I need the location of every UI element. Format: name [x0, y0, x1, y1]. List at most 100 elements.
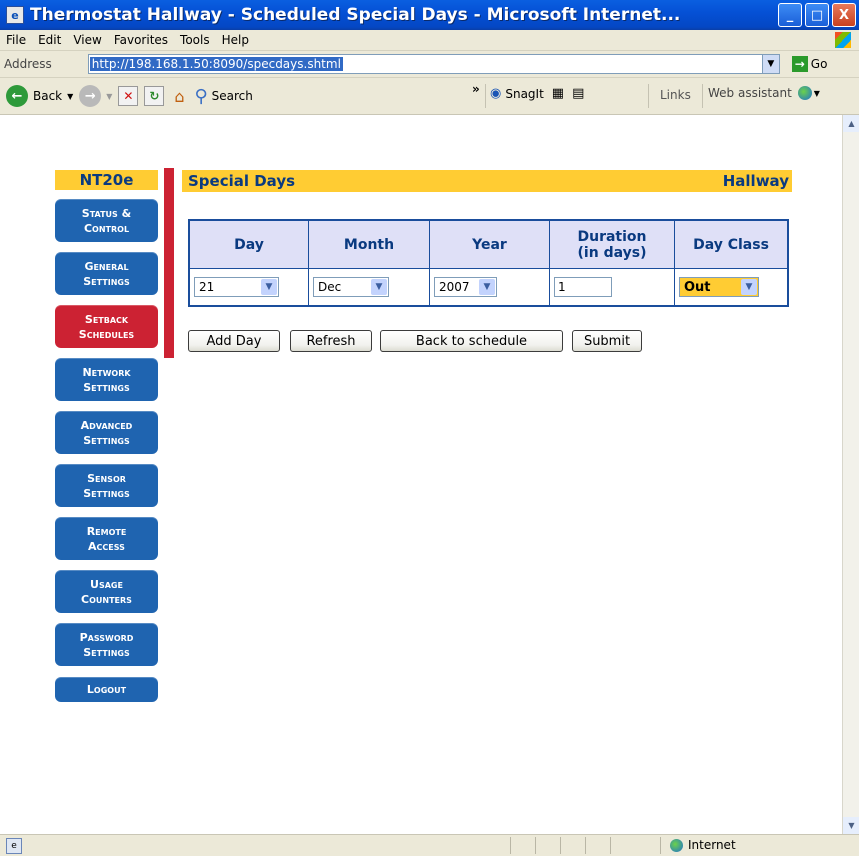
column-header-month: Month — [308, 219, 430, 269]
day-class-select[interactable]: Out ▼ — [679, 277, 759, 297]
day-select[interactable]: 21 ▼ — [194, 277, 279, 297]
scroll-up-icon[interactable]: ▲ — [843, 115, 859, 132]
nav-label-line2: Counters — [81, 592, 132, 606]
window-title: Thermostat Hallway - Scheduled Special D… — [30, 5, 681, 25]
menu-bar: File Edit View Favorites Tools Help — [0, 30, 859, 51]
address-url[interactable]: http://198.168.1.50:8090/specdays.shtml — [89, 57, 343, 71]
snagit-window-icon[interactable]: ▦ — [552, 86, 564, 101]
zone-label: Internet — [688, 838, 736, 852]
forward-dropdown-icon[interactable]: ▼ — [106, 92, 112, 101]
web-assistant-dropdown-icon[interactable]: ▼ — [814, 89, 820, 98]
chevron-down-icon[interactable]: ▼ — [261, 279, 277, 295]
stop-button[interactable]: ✕ — [118, 86, 139, 106]
nav-label-line1: Network — [82, 365, 131, 379]
nav-advanced-settings[interactable]: Advanced Settings — [55, 411, 158, 454]
status-divider — [560, 837, 561, 854]
status-divider — [535, 837, 536, 854]
search-button[interactable]: ⚲ Search — [194, 86, 252, 107]
maximize-button[interactable]: □ — [805, 3, 829, 27]
nav-usage-counters[interactable]: Usage Counters — [55, 570, 158, 613]
web-assistant-button[interactable]: Web assistant ▼ — [708, 86, 820, 100]
snagit-edit-icon[interactable]: ▤ — [572, 86, 584, 101]
nav-logout[interactable]: Logout — [55, 677, 158, 702]
go-label: Go — [810, 57, 828, 71]
forward-button[interactable]: → ▼ — [79, 85, 112, 107]
nav-label-line1: Setback — [84, 312, 129, 326]
nav-password-settings[interactable]: Password Settings — [55, 623, 158, 666]
toolbar-separator — [485, 84, 486, 108]
day-class-select-value: Out — [684, 279, 711, 295]
vertical-scrollbar[interactable]: ▲ ▼ — [842, 115, 859, 834]
forward-arrow-icon: → — [79, 85, 102, 107]
back-button[interactable]: ← Back ▼ — [6, 85, 73, 107]
refresh-button[interactable]: Refresh — [290, 330, 372, 352]
address-dropdown-icon[interactable]: ▼ — [761, 55, 779, 73]
scroll-down-icon[interactable]: ▼ — [843, 817, 859, 834]
panel-header: Special Days Hallway — [182, 170, 792, 192]
internet-globe-icon — [670, 838, 683, 852]
windows-logo-icon — [835, 32, 851, 48]
nav-status-control[interactable]: Status & Control — [55, 199, 158, 242]
nav-label-line1: Remote — [86, 524, 127, 538]
duration-cell: 1 — [549, 268, 675, 307]
address-input[interactable]: http://198.168.1.50:8090/specdays.shtml … — [87, 54, 780, 74]
go-arrow-icon: → — [791, 56, 808, 72]
nav-label-line1: Status & — [81, 206, 132, 220]
home-button[interactable]: ⌂ — [170, 87, 188, 106]
chevron-down-icon[interactable]: ▼ — [371, 279, 387, 295]
month-select-value: Dec — [318, 280, 342, 294]
nav-label-line1: General — [84, 259, 129, 273]
toolbar: ← Back ▼ → ▼ ✕ ↻ ⌂ ⚲ Search » ◉ SnagIt ▦… — [0, 78, 859, 115]
day-select-value: 21 — [199, 280, 215, 294]
submit-button[interactable]: Submit — [572, 330, 642, 352]
nav-sensor-settings[interactable]: Sensor Settings — [55, 464, 158, 507]
year-select-value: 2007 — [439, 280, 470, 294]
day-class-cell: Out ▼ — [674, 268, 789, 307]
menu-file[interactable]: File — [0, 33, 32, 47]
back-dropdown-icon[interactable]: ▼ — [67, 92, 73, 101]
links-button[interactable]: Links — [660, 88, 691, 102]
menu-favorites[interactable]: Favorites — [108, 33, 174, 47]
column-header-day: Day — [188, 219, 309, 269]
toolbar-separator-2 — [648, 84, 649, 108]
nav-general-settings[interactable]: General Settings — [55, 252, 158, 295]
chevron-down-icon[interactable]: ▼ — [741, 279, 757, 295]
snagit-button[interactable]: ◉ SnagIt ▦ ▤ — [490, 86, 584, 101]
nav-setback-schedules[interactable]: Setback Schedules — [55, 305, 158, 348]
menu-view[interactable]: View — [67, 33, 107, 47]
address-bar: Address http://198.168.1.50:8090/specday… — [0, 51, 859, 78]
search-icon: ⚲ — [194, 85, 208, 107]
globe-icon — [797, 86, 812, 100]
refresh-toolbar-button[interactable]: ↻ — [144, 86, 165, 106]
minimize-button[interactable]: _ — [778, 3, 802, 27]
page-viewport: NT20e Status & Control General Settings … — [0, 115, 842, 834]
year-select[interactable]: 2007 ▼ — [434, 277, 497, 297]
chevron-down-icon[interactable]: ▼ — [479, 279, 495, 295]
close-button[interactable]: X — [832, 3, 856, 27]
duration-input[interactable]: 1 — [554, 277, 612, 297]
go-button[interactable]: → Go — [791, 56, 828, 72]
toolbar-separator-3 — [702, 84, 703, 108]
nav-remote-access[interactable]: Remote Access — [55, 517, 158, 560]
table-row: 21 ▼ Dec ▼ 2007 ▼ 1 Out ▼ — [188, 268, 789, 307]
status-bar: e Internet — [0, 834, 859, 856]
menu-help[interactable]: Help — [216, 33, 255, 47]
toolbar-overflow-icon[interactable]: » — [472, 82, 480, 96]
add-day-button[interactable]: Add Day — [188, 330, 280, 352]
status-divider — [510, 837, 511, 854]
back-to-schedule-button[interactable]: Back to schedule — [380, 330, 563, 352]
column-header-day-class: Day Class — [674, 219, 789, 269]
window-title-bar[interactable]: e Thermostat Hallway - Scheduled Special… — [0, 0, 859, 30]
back-label: Back — [33, 89, 63, 103]
status-divider — [610, 837, 611, 854]
stop-icon: ✕ — [118, 86, 139, 106]
nav-network-settings[interactable]: Network Settings — [55, 358, 158, 401]
nav-label-line2: Access — [88, 539, 125, 553]
nav-label-line1: Logout — [86, 683, 127, 696]
month-select[interactable]: Dec ▼ — [313, 277, 389, 297]
duration-header-line1: Duration — [577, 228, 647, 245]
menu-tools[interactable]: Tools — [174, 33, 216, 47]
table-header-row: Day Month Year Duration (in days) Day Cl… — [188, 219, 789, 269]
month-cell: Dec ▼ — [308, 268, 430, 307]
menu-edit[interactable]: Edit — [32, 33, 67, 47]
